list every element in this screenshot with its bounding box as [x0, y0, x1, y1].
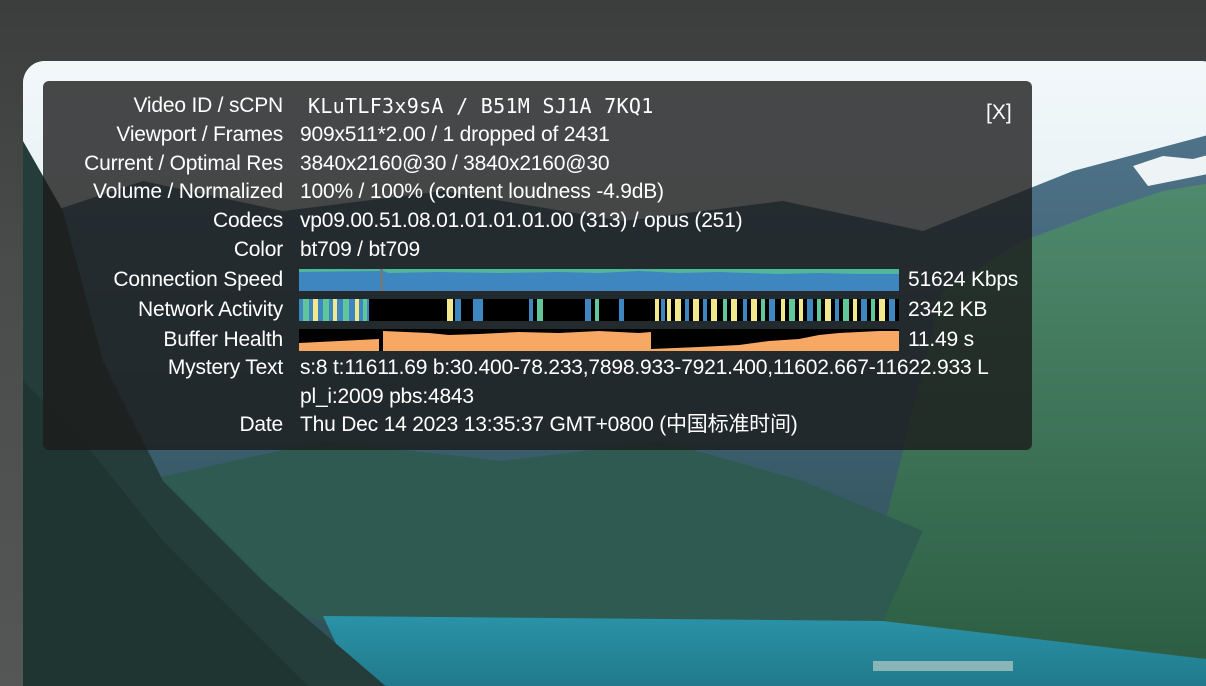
label-date: Date	[239, 413, 283, 436]
value-network-activity: 2342 KB	[908, 298, 988, 321]
value-mystery-text-line2: pl_i:2009 pbs:4843	[300, 385, 474, 408]
value-volume: 100% / 100% (content loudness -4.9dB)	[300, 180, 664, 203]
row-mystery-text: Mystery Text s:8 t:11611.69 b:30.400-78.…	[43, 354, 1032, 382]
value-mystery-text-line1: s:8 t:11611.69 b:30.400-78.233,7898.933-…	[300, 356, 989, 379]
label-mystery-text: Mystery Text	[167, 356, 283, 379]
label-network-activity: Network Activity	[138, 298, 283, 321]
buffer-health-graph	[299, 329, 899, 351]
close-stats-button[interactable]: [X]	[986, 101, 1012, 125]
row-connection-speed: Connection Speed 51624 Kbps	[43, 266, 1032, 294]
row-date: Date Thu Dec 14 2023 13:35:37 GMT+0800 (…	[43, 411, 1032, 439]
value-video-id: KLuTLF3x9sA / B51M SJ1A 7KQ1	[308, 94, 654, 118]
label-buffer-health: Buffer Health	[163, 328, 283, 351]
label-volume: Volume / Normalized	[93, 180, 283, 203]
row-network-activity: Network Activity 2342 KB	[43, 296, 1032, 324]
row-mystery-text-cont: pl_i:2009 pbs:4843	[43, 383, 1032, 411]
value-buffer-health: 11.49 s	[908, 328, 974, 351]
label-color: Color	[233, 238, 283, 261]
label-connection-speed: Connection Speed	[113, 268, 283, 291]
connection-speed-graph	[299, 269, 899, 291]
label-codecs: Codecs	[212, 209, 283, 232]
label-viewport: Viewport / Frames	[116, 123, 283, 146]
label-resolution: Current / Optimal Res	[84, 152, 283, 175]
stats-for-nerds-panel: [X] Video ID / sCPN KLuTLF3x9sA / B51M S…	[43, 81, 1032, 450]
label-video-id: Video ID / sCPN	[133, 94, 283, 117]
value-date: Thu Dec 14 2023 13:35:37 GMT+0800 (中国标准时…	[300, 413, 798, 436]
value-connection-speed: 51624 Kbps	[908, 268, 1019, 291]
value-viewport: 909x511*2.00 / 1 dropped of 2431	[300, 123, 610, 146]
value-codecs: vp09.00.51.08.01.01.01.01.00 (313) / opu…	[300, 209, 743, 232]
value-resolution: 3840x2160@30 / 3840x2160@30	[300, 152, 610, 175]
network-activity-graph	[299, 299, 899, 321]
row-buffer-health: Buffer Health 11.49 s	[43, 326, 1032, 354]
value-color: bt709 / bt709	[300, 238, 421, 261]
